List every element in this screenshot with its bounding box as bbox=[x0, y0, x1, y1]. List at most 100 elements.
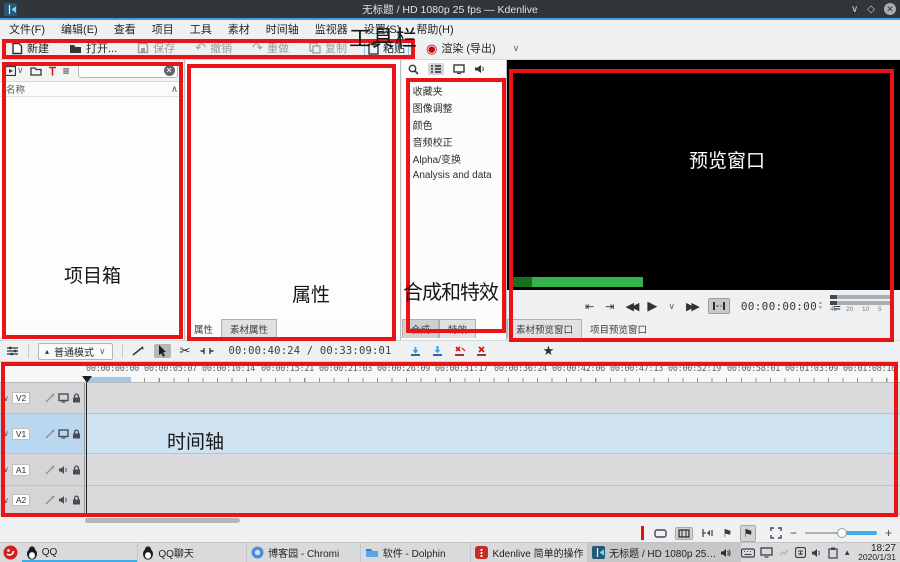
menu-project[interactable]: 项目 bbox=[152, 21, 174, 37]
track-body-v1[interactable] bbox=[85, 414, 900, 453]
track-effects-icon[interactable] bbox=[45, 495, 55, 505]
zoom-slider[interactable] bbox=[805, 527, 877, 539]
track-effects-icon[interactable] bbox=[45, 393, 55, 403]
menu-timeline[interactable]: 时间轴 bbox=[266, 21, 299, 37]
taskbar-item-chromium[interactable]: 博客园 - Chromi bbox=[247, 543, 361, 562]
effect-category-alpha[interactable]: ›Alpha/变换 bbox=[406, 150, 506, 167]
expand-arrow-icon[interactable]: › bbox=[406, 120, 409, 129]
insert-zone-icon[interactable] bbox=[409, 346, 422, 357]
playhead-icon[interactable] bbox=[82, 376, 92, 383]
taskbar-item-kdenlive-active[interactable]: 无标题 / HD 1080p 25… bbox=[588, 543, 741, 562]
lock-track-icon[interactable] bbox=[72, 429, 81, 439]
video-effects-icon[interactable] bbox=[453, 64, 465, 74]
track-settings-icon[interactable] bbox=[6, 345, 19, 357]
razor-tool-icon[interactable]: ✂ bbox=[180, 343, 191, 359]
tab-properties[interactable]: 属性 bbox=[186, 320, 221, 338]
audio-effects-icon[interactable] bbox=[474, 64, 486, 74]
delete-icon[interactable] bbox=[48, 66, 57, 76]
timeline-mode-select[interactable]: ▴ 普通模式 ∨ bbox=[38, 343, 113, 360]
rewind-icon[interactable]: ◀◀ bbox=[625, 300, 636, 313]
undo-button[interactable]: ↶ 撤销 bbox=[192, 39, 235, 58]
menu-clip[interactable]: 素材 bbox=[228, 21, 250, 37]
zone-out-icon[interactable]: ⇥ bbox=[605, 300, 614, 313]
hide-video-icon[interactable] bbox=[58, 429, 69, 439]
expand-arrow-icon[interactable]: › bbox=[406, 154, 409, 163]
track-body-a2[interactable] bbox=[85, 486, 900, 514]
tab-clip-properties[interactable]: 素材属性 bbox=[221, 319, 277, 338]
timeline-ruler[interactable]: 00:00:00:00 00:00:05:07 00:00:10:14 00:0… bbox=[0, 362, 900, 383]
expand-arrow-icon[interactable]: › bbox=[406, 86, 409, 95]
tab-compositions[interactable]: 合成 bbox=[402, 319, 439, 338]
taskbar-item-qq[interactable]: QQ bbox=[22, 543, 139, 562]
timecode-spinner[interactable]: ▴▾ bbox=[819, 301, 822, 311]
monitor-zone-bar[interactable] bbox=[510, 277, 643, 287]
mute-track-icon[interactable] bbox=[58, 465, 69, 475]
tray-expand-icon[interactable]: ▲ bbox=[843, 548, 851, 557]
collapse-track-icon[interactable]: ∨ bbox=[3, 429, 9, 438]
paste-button[interactable]: 粘贴 bbox=[364, 39, 409, 58]
expand-arrow-icon[interactable]: › bbox=[406, 171, 409, 180]
play-icon[interactable]: ▶ bbox=[647, 298, 657, 314]
track-body-v2[interactable] bbox=[85, 383, 900, 413]
show-audio-thumbnails-icon[interactable] bbox=[701, 528, 714, 538]
collapse-track-icon[interactable]: ∨ bbox=[3, 496, 9, 505]
delete-zone-icon[interactable] bbox=[475, 346, 488, 357]
effect-category-favorites[interactable]: ›收藏夹 bbox=[406, 82, 506, 99]
track-header-v1[interactable]: ∨ V1 bbox=[0, 414, 85, 453]
tab-project-monitor[interactable]: 项目预览窗口 bbox=[582, 320, 655, 338]
hide-video-icon[interactable] bbox=[58, 393, 69, 403]
play-options-chevron[interactable]: ∨ bbox=[668, 301, 675, 312]
track-name[interactable]: V2 bbox=[12, 392, 30, 404]
copy-button[interactable]: 复制 bbox=[306, 39, 350, 58]
timeline-scrollbar[interactable] bbox=[0, 517, 900, 524]
collapse-track-icon[interactable]: ∨ bbox=[3, 465, 9, 474]
menu-help[interactable]: 帮助(H) bbox=[416, 21, 453, 37]
track-effects-icon[interactable] bbox=[45, 429, 55, 439]
volume-icon[interactable] bbox=[811, 548, 823, 558]
menu-view[interactable]: 查看 bbox=[114, 21, 136, 37]
bin-search-input[interactable]: ✕ bbox=[78, 63, 178, 78]
track-effects-icon[interactable] bbox=[45, 465, 55, 475]
close-button[interactable]: ✕ bbox=[884, 3, 896, 15]
zoom-out-icon[interactable]: − bbox=[790, 526, 797, 540]
show-video-thumbnails-icon[interactable] bbox=[675, 527, 693, 540]
collapse-track-icon[interactable]: ∨ bbox=[3, 394, 9, 403]
effect-category-image-adjust[interactable]: ›图像调整 bbox=[406, 99, 506, 116]
effect-category-analysis[interactable]: ›Analysis and data bbox=[406, 167, 506, 184]
render-button[interactable]: ◉ 渲染 (导出) bbox=[423, 39, 499, 58]
loop-zone-button[interactable] bbox=[708, 298, 730, 314]
snap-flag-icon[interactable]: ⚑ bbox=[740, 525, 756, 542]
menu-monitor[interactable]: 监视器 bbox=[315, 21, 348, 37]
new-button[interactable]: 新建 bbox=[8, 39, 52, 58]
overwrite-zone-icon[interactable] bbox=[431, 346, 444, 357]
track-name[interactable]: V1 bbox=[12, 428, 30, 440]
zone-in-icon[interactable]: ⇤ bbox=[585, 300, 594, 313]
video-display[interactable] bbox=[507, 60, 900, 290]
minimize-button[interactable]: ∨ bbox=[851, 4, 858, 15]
redo-button[interactable]: ↷ 重做 bbox=[249, 39, 292, 58]
maximize-button[interactable]: ◇ bbox=[867, 4, 875, 15]
track-name[interactable]: A2 bbox=[12, 494, 30, 506]
zoom-fit-icon[interactable] bbox=[770, 527, 782, 539]
title-bar[interactable]: 无标题 / HD 1080p 25 fps — Kdenlive ∨ ◇ ✕ bbox=[0, 0, 900, 18]
monitor-timecode[interactable]: 00:00:00:00 bbox=[741, 300, 817, 313]
spacer-tool-icon[interactable] bbox=[200, 346, 214, 356]
tab-clip-monitor[interactable]: 素材预览窗口 bbox=[507, 319, 582, 338]
effect-category-audio[interactable]: ›音频校正 bbox=[406, 133, 506, 150]
expand-arrow-icon[interactable]: › bbox=[406, 103, 409, 112]
bin-empty-list[interactable] bbox=[0, 97, 184, 323]
mute-track-icon[interactable] bbox=[58, 495, 69, 505]
menu-file[interactable]: 文件(F) bbox=[9, 21, 45, 37]
launcher-icon[interactable] bbox=[0, 543, 22, 562]
menu-settings[interactable]: 设置(S) bbox=[364, 21, 401, 37]
lock-track-icon[interactable] bbox=[72, 465, 81, 475]
track-header-v2[interactable]: ∨ V2 bbox=[0, 383, 85, 413]
keyboard-icon[interactable] bbox=[741, 548, 755, 558]
zoom-in-icon[interactable]: + bbox=[885, 526, 892, 540]
favorite-effects-icon[interactable]: ★ bbox=[543, 343, 555, 359]
lock-track-icon[interactable] bbox=[72, 393, 81, 403]
forward-icon[interactable]: ▶▶ bbox=[686, 300, 697, 313]
menu-edit[interactable]: 编辑(E) bbox=[61, 21, 98, 37]
network-icon[interactable] bbox=[778, 548, 790, 558]
track-body-a1[interactable] bbox=[85, 454, 900, 485]
